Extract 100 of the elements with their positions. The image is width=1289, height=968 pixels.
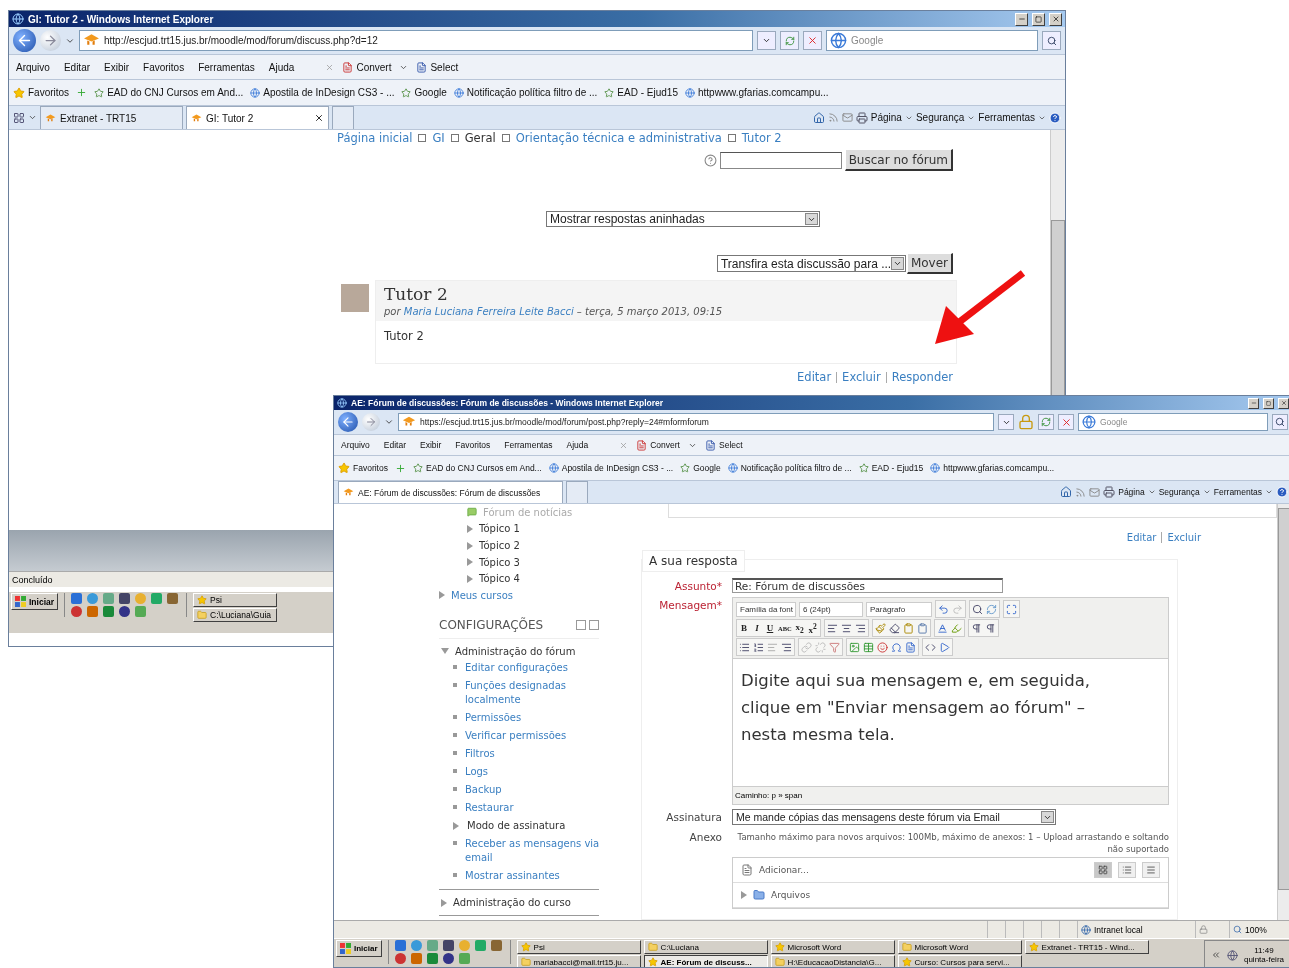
refresh-button[interactable] — [1038, 414, 1054, 430]
close-icon[interactable] — [325, 62, 335, 72]
minimize-button[interactable] — [1248, 397, 1259, 409]
taskbar-item[interactable]: AE: Fórum de discuss... — [643, 955, 768, 967]
printer-icon[interactable] — [1103, 486, 1116, 498]
settings-link[interactable]: Mostrar assinantes — [465, 869, 560, 884]
taskbar-item[interactable]: Curso: Cursos para servi... — [897, 955, 1022, 967]
add-files-link[interactable]: Adicionar... — [759, 865, 809, 875]
select-button[interactable]: Select — [416, 57, 459, 77]
eraser-icon[interactable] — [888, 622, 900, 634]
app-icon[interactable] — [394, 940, 406, 951]
numbered-list-icon[interactable] — [753, 641, 764, 653]
bullet-list-icon[interactable] — [739, 641, 750, 653]
align-center-icon[interactable] — [840, 622, 852, 634]
display-mode-select[interactable]: Mostrar respostas aninhadas — [546, 211, 820, 227]
menu-item[interactable]: Editar — [60, 61, 94, 73]
subscription-select[interactable]: Me mande cópias das mensagens deste fórum via Email — [732, 809, 1056, 825]
scrollbar[interactable] — [1050, 130, 1065, 398]
address-dropdown-button[interactable] — [998, 414, 1014, 430]
emoticon-icon[interactable] — [877, 641, 888, 653]
tree-branch[interactable]: Administração do curso — [453, 897, 571, 909]
search-forum-button[interactable]: Buscar no fórum — [844, 149, 953, 171]
zoom-icon[interactable] — [1233, 925, 1242, 934]
favorite-link[interactable]: Notificação política filtro de ... — [727, 458, 852, 478]
paste-icon[interactable] — [902, 622, 914, 634]
settings-link[interactable]: Receber as mensagens via email — [465, 837, 603, 866]
convert-button[interactable]: Convert — [636, 437, 680, 453]
expand-tray-icon[interactable] — [1210, 950, 1221, 960]
protected-mode-icon[interactable] — [1199, 925, 1208, 934]
move-button[interactable]: Mover — [906, 253, 953, 274]
redo-icon[interactable] — [952, 603, 963, 615]
favorite-link[interactable]: EAD - Ejud15 — [604, 82, 678, 103]
app-icon[interactable] — [167, 593, 179, 604]
topic-item[interactable]: Tópico 3 — [479, 556, 520, 568]
fullscreen-icon[interactable] — [1006, 603, 1017, 615]
view-mode-button[interactable] — [1142, 862, 1160, 878]
settings-link[interactable]: Filtros — [465, 747, 495, 762]
command-menu[interactable]: Segurança — [915, 108, 976, 127]
post-action-link[interactable]: Editar — [1126, 532, 1157, 543]
new-tab-button[interactable] — [332, 106, 354, 129]
zoom-level[interactable]: 100% — [1245, 924, 1267, 935]
minimize-button[interactable] — [1015, 12, 1028, 26]
taskbar-item[interactable]: C:\Luciana\Guia — [193, 608, 278, 622]
paste-icon[interactable] — [916, 622, 928, 634]
tree-branch[interactable]: Administração do fórum — [455, 645, 576, 657]
home-icon[interactable] — [812, 111, 825, 124]
command-menu[interactable]: Segurança — [1158, 483, 1211, 501]
menu-item[interactable]: Ferramentas — [195, 61, 258, 73]
taskbar-item[interactable]: H:\EducacaoDistancia\G... — [770, 955, 895, 967]
favorites-button[interactable]: Favoritos — [13, 82, 70, 103]
format-button[interactable]: U — [765, 623, 775, 633]
app-icon[interactable] — [442, 940, 454, 951]
font-family-select[interactable]: Família da font — [736, 601, 796, 617]
collapsed-arrow-icon[interactable] — [439, 591, 445, 600]
mail-icon[interactable] — [1089, 486, 1101, 498]
feed-icon[interactable] — [827, 112, 839, 123]
link-icon[interactable] — [801, 641, 812, 653]
breadcrumb-link[interactable]: Página inicial — [337, 131, 413, 145]
address-field[interactable]: http://escjud.trt15.jus.br/moodle/mod/forum/discuss.php?d=12 — [79, 30, 753, 51]
minimize-block-icon[interactable] — [576, 619, 586, 630]
highlight-icon[interactable] — [950, 622, 962, 634]
taskbar-item[interactable]: mariabacci@mail.trt15.ju... — [516, 955, 641, 967]
menu-item[interactable]: Editar — [380, 440, 410, 450]
add-favorite-icon[interactable] — [76, 87, 88, 98]
network-icon[interactable] — [1226, 949, 1238, 961]
breadcrumb-link[interactable]: Tutor 2 — [741, 131, 782, 145]
rtl-icon[interactable] — [984, 622, 996, 634]
favorite-link[interactable]: Notificação política filtro de ... — [453, 82, 598, 103]
favorite-link[interactable]: EAD - Ejud15 — [858, 458, 924, 478]
app-icon[interactable] — [394, 953, 406, 964]
view-mode-button[interactable] — [1094, 862, 1112, 878]
forum-search-field[interactable] — [719, 151, 842, 169]
settings-link[interactable]: Logs — [465, 765, 489, 780]
menu-item[interactable]: Arquivo — [338, 440, 373, 450]
feed-icon[interactable] — [1075, 486, 1087, 498]
home-icon[interactable] — [1060, 486, 1073, 498]
caret-icon[interactable] — [28, 113, 37, 122]
new-tab-button[interactable] — [566, 481, 588, 503]
dock-block-icon[interactable] — [589, 619, 599, 630]
back-button[interactable] — [13, 29, 36, 52]
post-action-link[interactable]: Responder — [891, 370, 953, 384]
format-select[interactable]: Parágrafo — [866, 601, 932, 617]
taskbar-item[interactable]: Psi — [516, 940, 641, 954]
maximize-button[interactable] — [1032, 12, 1045, 26]
view-mode-button[interactable] — [1118, 862, 1136, 878]
move-discussion-select[interactable]: Transfira esta discussão para ... — [716, 255, 906, 272]
lock-icon[interactable] — [1018, 414, 1034, 430]
scrollbar[interactable] — [1277, 504, 1289, 920]
html-icon[interactable] — [925, 641, 936, 653]
settings-link[interactable]: Restaurar — [465, 801, 514, 816]
stop-button[interactable] — [803, 31, 822, 50]
app-icon[interactable] — [119, 593, 131, 604]
favorites-button[interactable]: Favoritos — [338, 458, 388, 478]
format-button[interactable]: x$_{2}$ — [794, 621, 805, 635]
omega-icon[interactable] — [891, 641, 902, 653]
favorite-link[interactable]: Apostila de InDesign CS3 - ... — [548, 458, 674, 478]
forward-button[interactable] — [362, 413, 380, 431]
post-action-link[interactable]: Editar — [797, 370, 832, 384]
topic-item[interactable]: Tópico 1 — [479, 523, 520, 535]
post-action-link[interactable]: Excluir — [842, 370, 881, 384]
